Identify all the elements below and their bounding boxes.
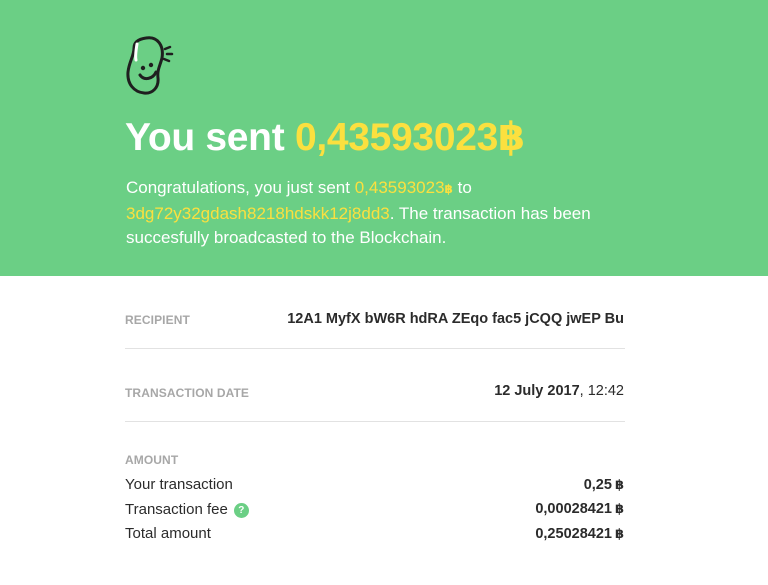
your-transaction-label: Your transaction <box>125 476 233 493</box>
success-message: Congratulations, you just sent 0,4359302… <box>126 176 646 251</box>
transaction-fee-value: 0,00028421 ฿ <box>535 501 624 517</box>
success-header: You sent 0,43593023฿ Congratulations, yo… <box>0 0 768 276</box>
headline-amount: 0,43593023฿ <box>294 116 525 159</box>
headline-prefix: You sent <box>125 116 285 159</box>
total-amount-label: Total amount <box>125 525 211 542</box>
bitcoin-icon: ฿ <box>444 182 453 196</box>
transaction-fee-label: Transaction fee? <box>125 501 249 518</box>
help-icon[interactable]: ? <box>233 503 249 518</box>
divider <box>125 348 625 349</box>
recipient-address: 12A1 MyfX bW6R hdRA ZEqo fac5 jCQQ jwEP … <box>287 311 624 327</box>
transaction-date-label: TRANSACTION DATE <box>125 386 250 400</box>
bitcoin-icon: ฿ <box>497 116 525 159</box>
transaction-date-value: 12 July 2017, 12:42 <box>494 383 624 399</box>
message-to: to <box>457 178 472 197</box>
bitcoin-icon: ฿ <box>614 477 624 492</box>
total-amount-value: 0,25028421 ฿ <box>535 526 624 542</box>
bitcoin-icon: ฿ <box>614 501 624 516</box>
smiling-bean-icon <box>126 36 174 95</box>
page-title: You sent 0,43593023฿ <box>125 115 525 160</box>
message-text: Congratulations, you just sent <box>126 178 350 197</box>
amount-label: AMOUNT <box>125 453 179 467</box>
your-transaction-value: 0,25 ฿ <box>583 477 624 493</box>
divider <box>125 421 625 422</box>
bitcoin-icon: ฿ <box>614 526 624 541</box>
message-address: 3dg72y32gdash8218hdskk12j8dd3 <box>126 203 390 223</box>
message-amount: 0,43593023฿ <box>354 178 453 197</box>
recipient-label: RECIPIENT <box>125 313 190 327</box>
